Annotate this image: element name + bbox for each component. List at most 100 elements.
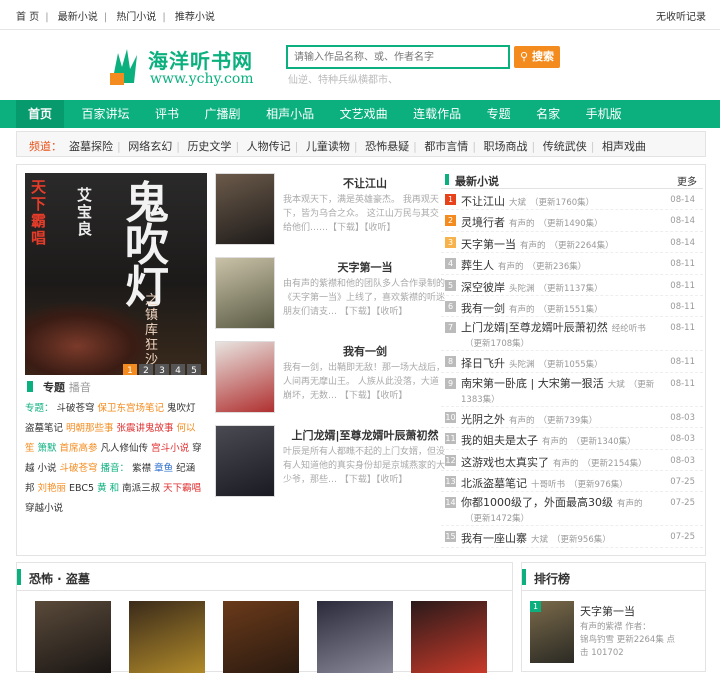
slide-dot[interactable]: 1	[123, 364, 137, 375]
latest-item[interactable]: 11 我的姐夫是太子 有声的 （更新1340集） 08-03	[441, 428, 703, 450]
special-tag[interactable]: 宫斗小说	[151, 443, 189, 454]
nav-crosstalk[interactable]: 相声小品	[258, 100, 322, 128]
special-tag[interactable]: EBC5	[69, 483, 94, 494]
latest-item-name[interactable]: 葬生人	[461, 259, 494, 272]
nav-pingshu[interactable]: 评书	[147, 100, 187, 128]
special-tag[interactable]: 章鱼	[154, 463, 173, 474]
special-tag[interactable]: 鬼吹灯	[167, 403, 196, 414]
nav-radio-drama[interactable]: 广播剧	[197, 100, 249, 128]
latest-item-name[interactable]: 南宋第一卧底 | 大宋第一狠活	[461, 377, 604, 390]
special-tag[interactable]: 箫默	[38, 443, 57, 454]
latest-item-name[interactable]: 我有一座山寨	[461, 532, 527, 545]
special-tag[interactable]: 南派三叔	[122, 483, 160, 494]
featured-cover[interactable]: 天下霸唱 艾宝良 鬼吹灯 之镇库狂沙 12345	[25, 173, 207, 375]
recommend-item[interactable]: 天字第一当 由有声的紫襟和他的团队多人合作录制的《天字第一当》上线了，喜欢紫襟的…	[215, 257, 447, 335]
book-cover[interactable]	[129, 601, 205, 673]
listen-history-link[interactable]: 无收听记录	[656, 8, 706, 23]
latest-item[interactable]: 2 灵境行者 有声的 （更新1490集） 08-14	[441, 210, 703, 232]
special-tag[interactable]: 天下霸唱	[163, 483, 201, 494]
nav-lecture[interactable]: 百家讲坛	[74, 100, 138, 128]
channel-item[interactable]: 网络玄幻	[128, 140, 172, 153]
special-tag[interactable]: 和	[110, 483, 120, 494]
search-button[interactable]: ⚲ 搜索	[514, 46, 560, 68]
latest-item[interactable]: 1 不让江山 大斌 （更新1760集） 08-14	[441, 189, 703, 211]
latest-item[interactable]: 9 南宋第一卧底 | 大宋第一狠活 大斌 （更新1383集） 08-11	[441, 373, 703, 407]
latest-item-name[interactable]: 光阴之外	[461, 413, 505, 426]
special-tag[interactable]: 紫襟	[132, 463, 151, 474]
nav-masters[interactable]: 名家	[528, 100, 568, 128]
special-tag[interactable]: 首席高参	[60, 443, 98, 454]
latest-item[interactable]: 8 择日飞升 头陀渊 （更新1055集） 08-11	[441, 351, 703, 373]
nav-home[interactable]: 首页	[16, 100, 65, 128]
recommend-cover[interactable]	[215, 341, 275, 413]
special-tag[interactable]: 斗破苍穹	[60, 463, 98, 474]
latest-item[interactable]: 6 我有一剑 有声的 （更新1551集） 08-11	[441, 296, 703, 318]
search-input[interactable]	[288, 47, 508, 67]
special-tag[interactable]: 播音：	[101, 463, 130, 474]
latest-item-name[interactable]: 不让江山	[461, 195, 505, 208]
nav-topics[interactable]: 专题	[479, 100, 519, 128]
special-tag[interactable]: 斗破苍穹	[57, 403, 95, 414]
channel-item[interactable]: 历史文学	[187, 140, 231, 153]
latest-item[interactable]: 7 上门龙婿|至尊龙婿叶辰萧初然 经纶听书 （更新1708集） 08-11	[441, 317, 703, 352]
latest-item[interactable]: 12 这游戏也太真实了 有声的 （更新2154集） 08-03	[441, 450, 703, 471]
latest-item-name[interactable]: 择日飞升	[461, 357, 505, 370]
nav-opera[interactable]: 文艺戏曲	[332, 100, 396, 128]
recommend-item[interactable]: 不让江山 我本观天下，满是英雄豪杰。 我再观天下，皆为乌合之众。 这江山万民与其…	[215, 173, 447, 251]
latest-item[interactable]: 13 北派盗墓笔记 十哥听书 （更新976集） 07-25	[441, 471, 703, 493]
latest-item[interactable]: 15 我有一座山寨 大斌 （更新956集） 07-25	[441, 526, 703, 548]
book-cover[interactable]	[317, 601, 393, 673]
channel-item[interactable]: 传统武侠	[543, 140, 587, 153]
latest-item[interactable]: 3 天字第一当 有声的 （更新2264集） 08-14	[441, 232, 703, 254]
book-cover[interactable]	[223, 601, 299, 673]
top-link-recommend[interactable]: 推荐小说	[175, 12, 215, 23]
special-tag[interactable]: 保卫东宫场笔记	[98, 403, 165, 414]
latest-item-name[interactable]: 我有一剑	[461, 302, 505, 315]
site-logo[interactable]: 海洋听书网 www.ychy.com	[110, 45, 270, 89]
recommend-title[interactable]: 上门龙婿|至尊龙婿叶辰萧初然	[285, 427, 445, 443]
recommend-title[interactable]: 我有一剑	[285, 343, 445, 359]
top-link-home[interactable]: 首 页	[16, 12, 39, 23]
latest-item[interactable]: 14 你都1000级了，外面最高30级 有声的 （更新1472集） 07-25	[441, 492, 703, 527]
hot-words[interactable]: 仙逆、特种兵纵横都市、	[288, 71, 398, 86]
more-link[interactable]: 更多	[677, 173, 697, 188]
nav-serial[interactable]: 连载作品	[405, 100, 469, 128]
channel-item[interactable]: 相声戏曲	[602, 140, 646, 153]
recommend-cover[interactable]	[215, 257, 275, 329]
special-tag[interactable]: 小说	[38, 463, 57, 474]
special-tag[interactable]: 黄	[97, 483, 107, 494]
channel-item[interactable]: 盗墓探险	[69, 140, 113, 153]
recommend-title[interactable]: 天字第一当	[285, 259, 445, 275]
special-tag[interactable]: 张震讲鬼故事	[117, 423, 174, 434]
latest-item-name[interactable]: 上门龙婿|至尊龙婿叶辰萧初然	[461, 321, 608, 334]
channel-item[interactable]: 儿童读物	[306, 140, 350, 153]
special-tag[interactable]: 盗墓笔记	[25, 423, 63, 434]
special-tag[interactable]: 刘艳丽	[38, 483, 67, 494]
recommend-title[interactable]: 不让江山	[285, 175, 445, 191]
nav-mobile[interactable]: 手机版	[578, 100, 630, 128]
latest-item[interactable]: 10 光阴之外 有声的 （更新739集） 08-03	[441, 407, 703, 429]
special-tag[interactable]: 穿越小说	[25, 503, 63, 514]
channel-item[interactable]: 都市言情	[424, 140, 468, 153]
channel-item[interactable]: 人物传记	[247, 140, 291, 153]
slide-dot[interactable]: 5	[187, 364, 201, 375]
special-tag[interactable]: 专题：	[25, 403, 54, 414]
recommend-cover[interactable]	[215, 173, 275, 245]
latest-item[interactable]: 5 深空彼岸 头陀渊 （更新1137集） 08-11	[441, 275, 703, 296]
recommend-item[interactable]: 上门龙婿|至尊龙婿叶辰萧初然 叶辰是所有人都瞧不起的上门女婿，但没有人知道他的真…	[215, 425, 447, 503]
latest-item-name[interactable]: 我的姐夫是太子	[461, 434, 538, 447]
slide-dot[interactable]: 4	[171, 364, 185, 375]
rank-book-name[interactable]: 天字第一当	[580, 603, 635, 619]
top-link-hot[interactable]: 热门小说	[116, 12, 156, 23]
slide-dot[interactable]: 3	[155, 364, 169, 375]
recommend-cover[interactable]	[215, 425, 275, 497]
latest-item[interactable]: 4 葬生人 有声的 （更新236集） 08-11	[441, 253, 703, 275]
channel-item[interactable]: 恐怖悬疑	[365, 140, 409, 153]
latest-item-name[interactable]: 深空彼岸	[461, 281, 505, 294]
special-tag[interactable]: 凡人修仙传	[101, 443, 149, 454]
latest-item-name[interactable]: 灵境行者	[461, 216, 505, 229]
latest-item-name[interactable]: 你都1000级了，外面最高30级	[461, 496, 613, 509]
special-tag[interactable]: 明朝那些事	[66, 423, 114, 434]
top-link-latest[interactable]: 最新小说	[58, 12, 98, 23]
book-cover[interactable]	[411, 601, 487, 673]
